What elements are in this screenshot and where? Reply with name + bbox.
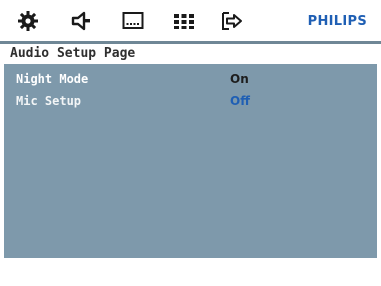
exit-arrow-icon[interactable] (220, 9, 244, 33)
speaker-icon[interactable] (70, 9, 94, 33)
setting-value[interactable]: On (230, 72, 249, 86)
setting-row-night-mode[interactable]: Night Mode On (4, 68, 377, 90)
preferences-grid-icon[interactable] (172, 9, 196, 33)
setting-row-mic-setup[interactable]: Mic Setup Off (4, 90, 377, 112)
setting-label: Night Mode (16, 72, 89, 86)
screen-icon[interactable] (121, 9, 145, 33)
settings-gear-icon[interactable] (16, 9, 40, 33)
settings-panel: Night Mode On Mic Setup Off (4, 64, 377, 258)
brand-logo: PHILIPS (307, 14, 367, 29)
footer-area (0, 258, 381, 286)
page-title: Audio Setup Page (10, 46, 136, 61)
setting-value[interactable]: Off (230, 94, 250, 108)
top-menu-bar: PHILIPS (0, 0, 381, 42)
setting-label: Mic Setup (16, 94, 82, 108)
